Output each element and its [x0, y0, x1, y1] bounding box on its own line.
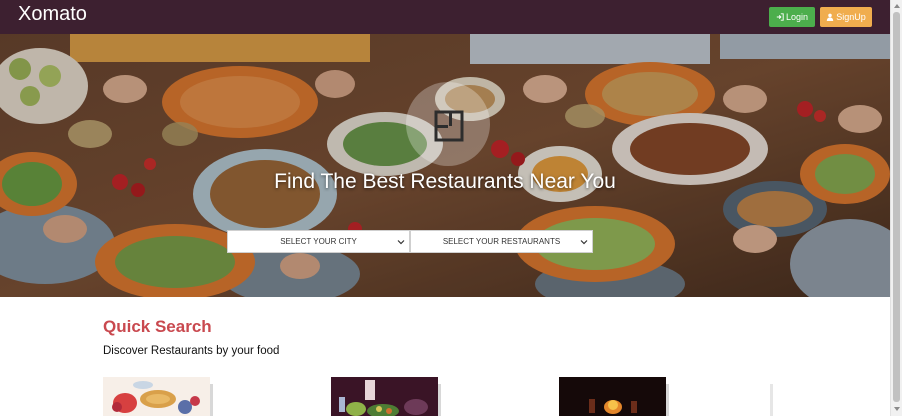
city-select-value: SELECT YOUR CITY [280, 237, 357, 246]
dinner-food-image [559, 377, 666, 416]
quick-search-card-breakfast[interactable] [103, 377, 210, 416]
hero-logo-badge [406, 82, 490, 166]
card-shadow [438, 384, 441, 416]
drinks-food-image [331, 377, 438, 416]
restaurant-select[interactable]: SELECT YOUR RESTAURANTS [410, 230, 593, 253]
card-shadow [210, 384, 213, 416]
restaurant-select-value: SELECT YOUR RESTAURANTS [442, 237, 561, 246]
chevron-down-icon [580, 240, 588, 245]
signup-label: SignUp [836, 12, 866, 22]
quick-search-card-drinks[interactable] [331, 377, 438, 416]
hero-banner: Find The Best Restaurants Near You SELEC… [0, 34, 890, 297]
signup-button[interactable]: SignUp [820, 7, 872, 27]
scroll-up-arrow-icon[interactable] [893, 2, 901, 10]
breakfast-food-image [103, 377, 210, 416]
user-icon [827, 13, 834, 21]
hero-title: Find The Best Restaurants Near You [274, 170, 616, 193]
login-label: Login [785, 12, 809, 22]
xomato-logo-icon [434, 110, 464, 142]
page: Xomato Login SignUp Find The Best Restau… [0, 0, 902, 416]
top-navbar: Xomato Login SignUp [0, 0, 890, 34]
page-scrollbar[interactable] [890, 0, 902, 416]
quick-search-subtitle: Discover Restaurants by your food [103, 345, 280, 357]
card-shadow [666, 384, 669, 416]
card-shadow [770, 384, 773, 416]
login-icon [776, 13, 784, 21]
quick-search-card-dinner[interactable] [559, 377, 666, 416]
scroll-down-arrow-icon[interactable] [893, 405, 901, 413]
login-button[interactable]: Login [769, 7, 815, 27]
brand-logo[interactable]: Xomato [18, 3, 87, 26]
quick-search-title: Quick Search [103, 317, 212, 336]
chevron-down-icon [397, 240, 405, 245]
city-select[interactable]: SELECT YOUR CITY [227, 230, 410, 253]
scrollbar-thumb[interactable] [893, 12, 900, 402]
